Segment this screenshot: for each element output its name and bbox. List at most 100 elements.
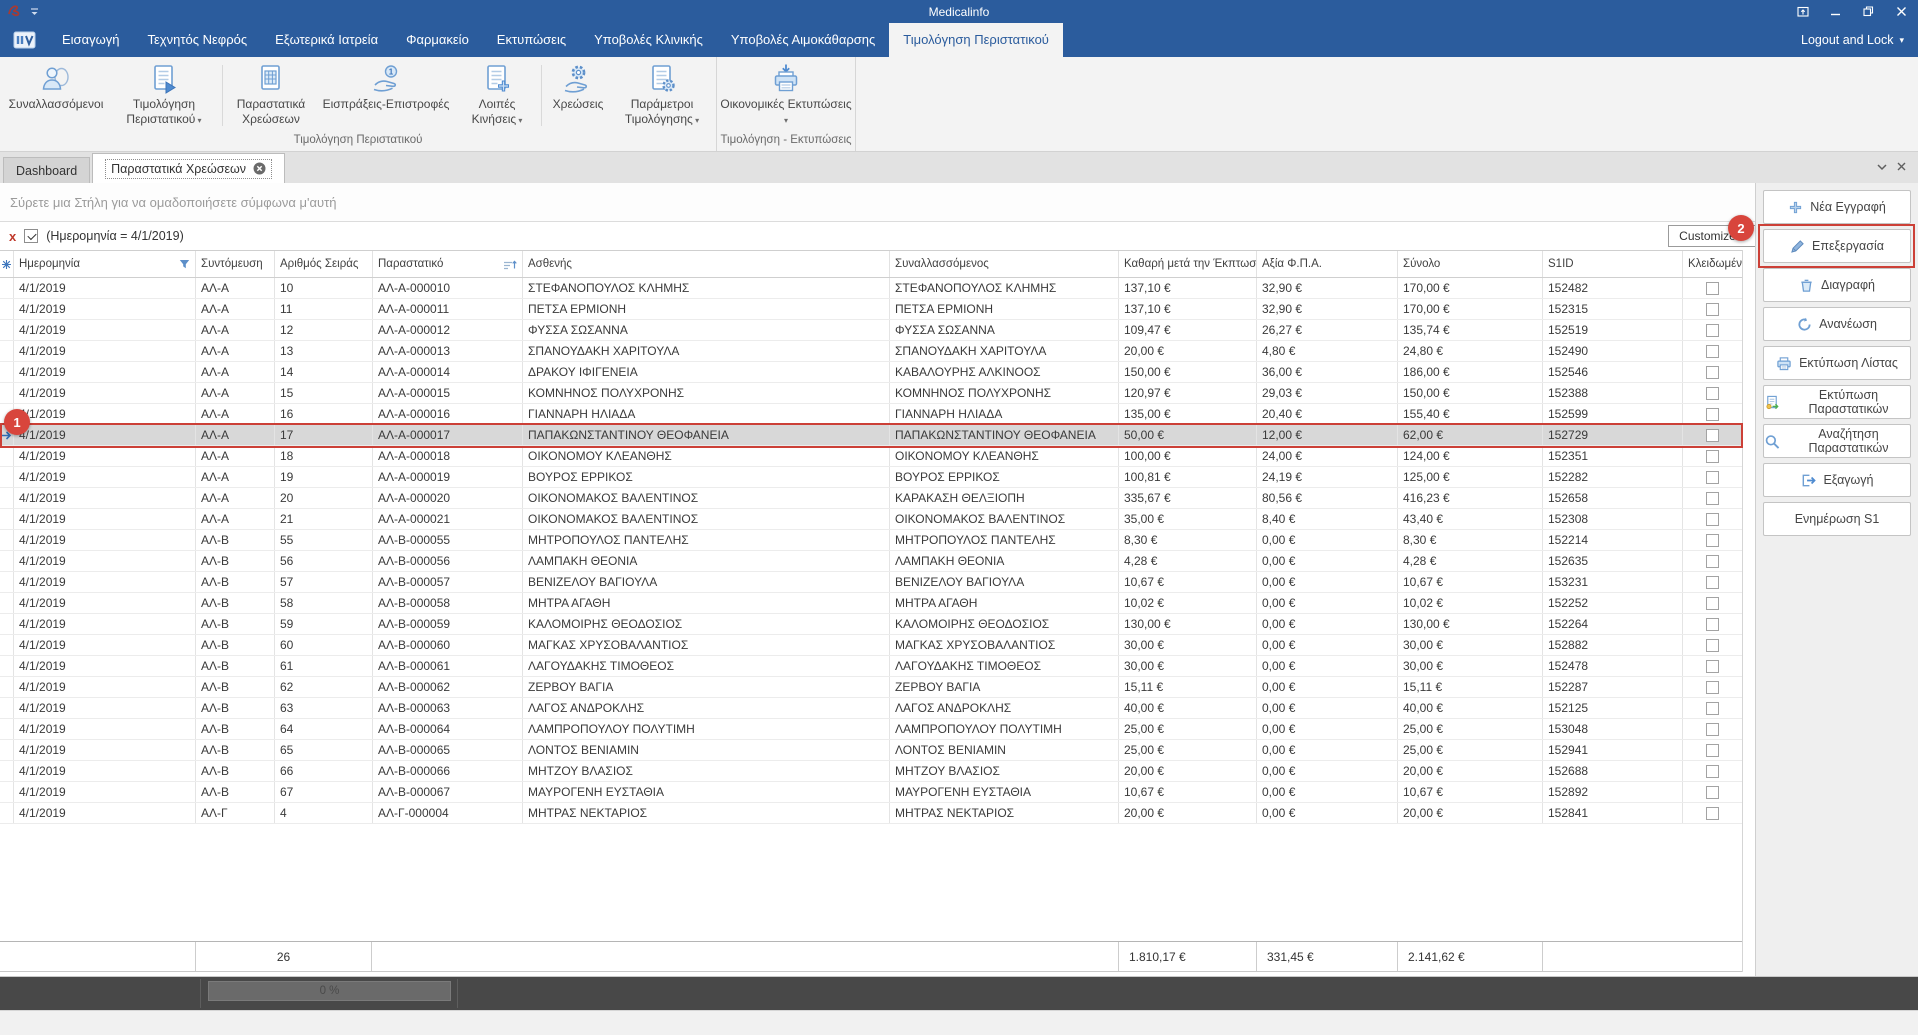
table-row[interactable]: 4/1/2019ΑΛ-Α13ΑΛ-Α-000013ΣΠΑΝΟΥΔΑΚΗ ΧΑΡΙ… bbox=[0, 341, 1743, 362]
locked-checkbox-cell[interactable] bbox=[1683, 278, 1743, 298]
close-button[interactable] bbox=[1885, 0, 1918, 23]
ribbon-button-hand-coin[interactable]: 1Εισπράξεις-Επιστροφές bbox=[316, 60, 456, 134]
locked-checkbox-cell[interactable] bbox=[1683, 404, 1743, 424]
ribbon-tab-7[interactable]: Υποβολές Αιμοκάθαρσης bbox=[717, 23, 889, 57]
locked-checkbox[interactable] bbox=[1706, 639, 1719, 652]
locked-checkbox-cell[interactable] bbox=[1683, 719, 1743, 739]
locked-checkbox[interactable] bbox=[1706, 408, 1719, 421]
table-row[interactable]: 4/1/2019ΑΛ-Β64ΑΛ-Β-000064ΛΑΜΠΡΟΠΟΥΛΟΥ ΠΟ… bbox=[0, 719, 1743, 740]
locked-checkbox-cell[interactable] bbox=[1683, 530, 1743, 550]
locked-checkbox-cell[interactable] bbox=[1683, 761, 1743, 781]
sidebar-button-plus[interactable]: Νέα Εγγραφή bbox=[1763, 190, 1911, 224]
locked-checkbox[interactable] bbox=[1706, 450, 1719, 463]
sidebar-button-refresh[interactable]: Ανανέωση bbox=[1763, 307, 1911, 341]
ribbon-tab-4[interactable]: Φαρμακείο bbox=[392, 23, 483, 57]
locked-checkbox-cell[interactable] bbox=[1683, 488, 1743, 508]
ribbon-tab-2[interactable]: Τεχνητός Νεφρός bbox=[133, 23, 261, 57]
ribbon-tab-8[interactable]: Τιμολόγηση Περιστατικού bbox=[889, 23, 1063, 57]
table-row[interactable]: 4/1/2019ΑΛ-Α16ΑΛ-Α-000016ΓΙΑΝΝΑΡΗ ΗΛΙΑΔΑ… bbox=[0, 404, 1743, 425]
ribbon-button-printer-down[interactable]: Οικονομικές Εκτυπώσεις ▾ bbox=[720, 60, 852, 134]
table-row[interactable]: 4/1/2019ΑΛ-Β67ΑΛ-Β-000067ΜΑΥΡΟΓΕΝΗ ΕΥΣΤΑ… bbox=[0, 782, 1743, 803]
table-row[interactable]: 4/1/2019ΑΛ-Β55ΑΛ-Β-000055ΜΗΤΡΟΠΟΥΛΟΣ ΠΑΝ… bbox=[0, 530, 1743, 551]
column-header-vat[interactable]: Αξία Φ.Π.Α. bbox=[1257, 251, 1398, 277]
table-row[interactable]: 4/1/2019ΑΛ-Β58ΑΛ-Β-000058ΜΗΤΡΑ ΑΓΑΘΗΜΗΤΡ… bbox=[0, 593, 1743, 614]
table-row[interactable]: 4/1/2019ΑΛ-Β59ΑΛ-Β-000059ΚΑΛΟΜΟΙΡΗΣ ΘΕΟΔ… bbox=[0, 614, 1743, 635]
locked-checkbox-cell[interactable] bbox=[1683, 467, 1743, 487]
table-row[interactable]: 4/1/2019ΑΛ-Β57ΑΛ-Β-000057ΒΕΝΙΖΕΛΟΥ ΒΑΓΙΟ… bbox=[0, 572, 1743, 593]
locked-checkbox[interactable] bbox=[1706, 618, 1719, 631]
table-row[interactable]: 4/1/2019ΑΛ-Γ4ΑΛ-Γ-000004ΜΗΤΡΑΣ ΝΕΚΤΑΡΙΟΣ… bbox=[0, 803, 1743, 824]
quick-access-dropdown-icon[interactable] bbox=[30, 5, 39, 19]
locked-checkbox-cell[interactable] bbox=[1683, 803, 1743, 823]
table-row[interactable]: 4/1/2019ΑΛ-Α21ΑΛ-Α-000021ΟΙΚΟΝΟΜΑΚΟΣ ΒΑΛ… bbox=[0, 509, 1743, 530]
locked-checkbox-cell[interactable] bbox=[1683, 656, 1743, 676]
table-row[interactable]: 4/1/2019ΑΛ-Α20ΑΛ-Α-000020ΟΙΚΟΝΟΜΑΚΟΣ ΒΑΛ… bbox=[0, 488, 1743, 509]
ribbon-button-doc-plus[interactable]: Λοιπές Κινήσεις ▾ bbox=[456, 60, 538, 134]
sidebar-button-s1-update[interactable]: Ενημέρωση S1 bbox=[1763, 502, 1911, 536]
column-header-party[interactable]: Συναλλασσόμενος bbox=[890, 251, 1119, 277]
sidebar-button-export[interactable]: Εξαγωγή bbox=[1763, 463, 1911, 497]
column-header-abbr[interactable]: Συντόμευση bbox=[196, 251, 275, 277]
locked-checkbox-cell[interactable] bbox=[1683, 383, 1743, 403]
locked-checkbox[interactable] bbox=[1706, 702, 1719, 715]
locked-checkbox[interactable] bbox=[1706, 807, 1719, 820]
table-row[interactable]: 4/1/2019ΑΛ-Α11ΑΛ-Α-000011ΠΕΤΣΑ ΕΡΜΙΟΝΗΠΕ… bbox=[0, 299, 1743, 320]
locked-checkbox[interactable] bbox=[1706, 534, 1719, 547]
sidebar-button-doc-print[interactable]: Εκτύπωση Παραστατικών bbox=[1763, 385, 1911, 419]
ribbon-button-hand-gear[interactable]: Χρεώσεις bbox=[545, 60, 611, 134]
ribbon-button-doc-play[interactable]: Τιμολόγηση Περιστατικού ▾ bbox=[109, 60, 219, 134]
group-by-bar[interactable]: Σύρετε μια Στήλη για να ομαδοποιήσετε σύ… bbox=[0, 183, 1755, 222]
locked-checkbox-cell[interactable] bbox=[1683, 425, 1743, 445]
table-row[interactable]: 4/1/2019ΑΛ-Β63ΑΛ-Β-000063ΛΑΓΟΣ ΑΝΔΡΟΚΛΗΣ… bbox=[0, 698, 1743, 719]
column-header-date[interactable]: Ημερομηνία bbox=[14, 251, 196, 277]
locked-checkbox-cell[interactable] bbox=[1683, 677, 1743, 697]
locked-checkbox[interactable] bbox=[1706, 345, 1719, 358]
ribbon-button-doc-table[interactable]: Παραστατικά Χρεώσεων bbox=[226, 60, 316, 134]
app-icon[interactable] bbox=[0, 23, 48, 57]
table-row[interactable]: 4/1/2019ΑΛ-Α12ΑΛ-Α-000012ΦΥΣΣΑ ΣΩΣΑΝΝΑΦΥ… bbox=[0, 320, 1743, 341]
locked-checkbox[interactable] bbox=[1706, 681, 1719, 694]
column-header-total[interactable]: Σύνολο bbox=[1398, 251, 1543, 277]
locked-checkbox-cell[interactable] bbox=[1683, 593, 1743, 613]
table-row[interactable]: 4/1/2019ΑΛ-Β66ΑΛ-Β-000066ΜΗΤΖΟΥ ΒΛΑΣΙΟΣΜ… bbox=[0, 761, 1743, 782]
locked-checkbox[interactable] bbox=[1706, 660, 1719, 673]
locked-checkbox-cell[interactable] bbox=[1683, 509, 1743, 529]
clear-filter-button[interactable]: x bbox=[9, 230, 16, 243]
locked-checkbox-cell[interactable] bbox=[1683, 614, 1743, 634]
column-header-locked[interactable]: Κλειδωμένο bbox=[1683, 251, 1743, 277]
ribbon-tab-5[interactable]: Εκτυπώσεις bbox=[483, 23, 580, 57]
locked-checkbox-cell[interactable] bbox=[1683, 446, 1743, 466]
table-row[interactable]: 4/1/2019ΑΛ-Β56ΑΛ-Β-000056ΛΑΜΠΑΚΗ ΘΕΟΝΙΑΛ… bbox=[0, 551, 1743, 572]
locked-checkbox-cell[interactable] bbox=[1683, 572, 1743, 592]
locked-checkbox-cell[interactable] bbox=[1683, 299, 1743, 319]
document-tab-1[interactable]: Dashboard bbox=[3, 157, 90, 183]
table-row[interactable]: 4/1/2019ΑΛ-Β60ΑΛ-Β-000060ΜΑΓΚΑΣ ΧΡΥΣΟΒΑΛ… bbox=[0, 635, 1743, 656]
table-row[interactable]: 4/1/2019ΑΛ-Β65ΑΛ-Β-000065ΛΟΝΤΟΣ ΒΕΝΙΑΜΙΝ… bbox=[0, 740, 1743, 761]
locked-checkbox-cell[interactable] bbox=[1683, 698, 1743, 718]
tab-list-chevron-icon[interactable] bbox=[1877, 160, 1887, 174]
ribbon-tab-1[interactable]: Εισαγωγή bbox=[48, 23, 133, 57]
locked-checkbox-cell[interactable] bbox=[1683, 740, 1743, 760]
ribbon-tab-3[interactable]: Εξωτερικά Ιατρεία bbox=[261, 23, 392, 57]
locked-checkbox[interactable] bbox=[1706, 786, 1719, 799]
close-tab-icon[interactable] bbox=[253, 162, 266, 175]
logout-button[interactable]: Logout and Lock ▾ bbox=[1787, 23, 1918, 57]
locked-checkbox[interactable] bbox=[1706, 324, 1719, 337]
locked-checkbox[interactable] bbox=[1706, 282, 1719, 295]
filter-checkbox[interactable] bbox=[24, 229, 38, 243]
locked-checkbox[interactable] bbox=[1706, 366, 1719, 379]
column-header-net[interactable]: Καθαρή μετά την Έκπτωσ bbox=[1119, 251, 1257, 277]
table-row[interactable]: 4/1/2019ΑΛ-Α14ΑΛ-Α-000014ΔΡΑΚΟΥ ΙΦΙΓΕΝΕΙ… bbox=[0, 362, 1743, 383]
locked-checkbox[interactable] bbox=[1706, 555, 1719, 568]
locked-checkbox-cell[interactable] bbox=[1683, 362, 1743, 382]
column-header-s1id[interactable]: S1ID bbox=[1543, 251, 1683, 277]
locked-checkbox[interactable] bbox=[1706, 765, 1719, 778]
locked-checkbox[interactable] bbox=[1706, 513, 1719, 526]
locked-checkbox-cell[interactable] bbox=[1683, 782, 1743, 802]
ribbon-button-person[interactable]: Συναλλασσόμενοι bbox=[3, 60, 109, 134]
column-header-serial[interactable]: Αριθμός Σειράς bbox=[275, 251, 373, 277]
locked-checkbox[interactable] bbox=[1706, 303, 1719, 316]
locked-checkbox-cell[interactable] bbox=[1683, 551, 1743, 571]
ribbon-button-doc-gear[interactable]: Παράμετροι Τιμολόγησης ▾ bbox=[611, 60, 713, 134]
column-header-patient[interactable]: Ασθενής bbox=[523, 251, 890, 277]
